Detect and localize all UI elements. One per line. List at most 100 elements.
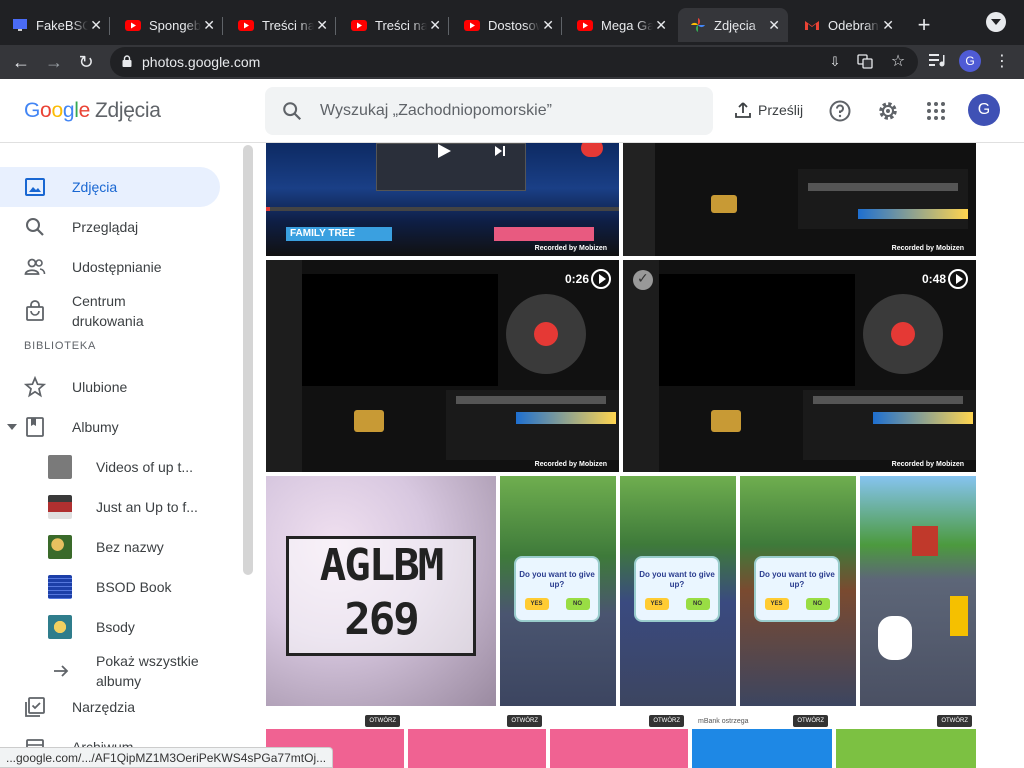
sidebar-item-label: Przeglądaj [72, 219, 139, 235]
monitor-icon [13, 19, 27, 31]
profile-avatar[interactable]: G [959, 50, 981, 72]
preview-area [659, 274, 855, 386]
tab-fakebsod[interactable]: FakeBSOD ✕ [0, 8, 110, 42]
sidebar-item-label: Udostępnianie [72, 259, 162, 275]
album-item[interactable]: Videos of up t... [0, 447, 220, 487]
aglbm-text: AGLBM 269 [286, 536, 476, 656]
new-tab-button[interactable]: + [912, 12, 936, 38]
close-icon[interactable]: ✕ [655, 17, 667, 34]
gear-icon[interactable] [876, 99, 900, 123]
sidebar-item-favorites[interactable]: Ulubione [0, 367, 220, 407]
tab-tresci-2[interactable]: Treści na kanale ✕ [339, 8, 449, 42]
thumb-strip [494, 227, 594, 241]
people-icon [24, 258, 46, 275]
game-screenshot[interactable] [860, 476, 976, 706]
video-thumbnail[interactable]: Recorded by Mobizen [623, 143, 976, 256]
open-button: OTWÓRZ [365, 715, 400, 727]
account-avatar[interactable]: G [968, 94, 1000, 126]
sidebar-item-albums[interactable]: Albumy [0, 407, 220, 447]
youtube-icon [351, 20, 367, 31]
album-thumbnail [48, 615, 72, 639]
album-label: Videos of up t... [96, 459, 194, 475]
close-icon[interactable]: ✕ [768, 17, 780, 34]
close-icon[interactable]: ✕ [90, 17, 102, 34]
ad-screenshot[interactable]: mBank ostrzega OTWÓRZ [692, 713, 832, 768]
sidebar-item-sharing[interactable]: Udostępnianie [0, 247, 220, 287]
close-icon[interactable]: ✕ [542, 17, 554, 34]
bookmark-star-icon[interactable]: ☆ [889, 53, 907, 71]
upload-button[interactable]: Prześlij [734, 101, 803, 119]
game-screenshot[interactable]: Do you want to give up? YES NO [740, 476, 856, 706]
forward-button[interactable]: → [42, 50, 66, 74]
star-icon [24, 376, 46, 398]
album-label: BSOD Book [96, 579, 172, 595]
game-screenshot[interactable]: Do you want to give up? YES NO [500, 476, 616, 706]
sidebar-item-photos[interactable]: Zdjęcia [0, 167, 220, 207]
browser-toolbar: ← → ↻ photos.google.com ⇩ ☆ G ⋮ [0, 45, 1024, 79]
tab-mega-gaming[interactable]: Mega Gaming ✕ [565, 8, 675, 42]
translate-icon[interactable] [856, 53, 874, 71]
yes-button: YES [764, 598, 789, 610]
album-item[interactable]: BSOD Book [0, 567, 220, 607]
sidebar-item-explore[interactable]: Przeglądaj [0, 207, 220, 247]
sidebar-scrollbar[interactable] [243, 145, 253, 575]
album-label: Bsody [96, 619, 135, 635]
ad-screenshot[interactable]: OTWÓRZ [550, 713, 688, 768]
video-thumbnail[interactable]: 0:26 Recorded by Mobizen [266, 260, 619, 472]
help-icon[interactable] [828, 99, 852, 123]
ad-screenshot[interactable]: OTWÓRZ [836, 713, 976, 768]
ad-screenshot[interactable]: OTWÓRZ [408, 713, 546, 768]
sidebar-item-print-store[interactable]: Centrum drukowania [0, 287, 220, 335]
tab-strip: FakeBSOD ✕ Spongebob ✕ Treści na kanale … [0, 0, 1024, 45]
video-duration: 0:48 [921, 272, 946, 286]
back-button[interactable]: ← [9, 50, 33, 74]
apps-grid-icon[interactable] [924, 99, 948, 123]
tab-search-button[interactable] [986, 12, 1006, 32]
album-item[interactable]: Just an Up to f... [0, 487, 220, 527]
tab-title: Dostosowywanie [488, 17, 540, 33]
tab-title: Mega Gaming [601, 17, 653, 33]
tab-tresci-1[interactable]: Treści na kanale ✕ [226, 8, 336, 42]
select-checkmark-icon[interactable] [633, 270, 653, 290]
tab-title: Treści na kanale [262, 17, 314, 33]
open-button: OTWÓRZ [937, 715, 972, 727]
open-button: OTWÓRZ [649, 715, 684, 727]
sidebar-item-utilities[interactable]: Narzędzia [0, 687, 220, 727]
logo-letter: o [40, 99, 52, 122]
sidebar-item-label: Ulubione [72, 379, 128, 395]
image-thumbnail[interactable]: AGLBM 269 [266, 476, 496, 706]
album-item[interactable]: Bsody [0, 607, 220, 647]
watermark: Recorded by Mobizen [891, 461, 964, 468]
reload-button[interactable]: ↻ [74, 50, 98, 74]
tab-zdjecia[interactable]: Zdjęcia ✕ [678, 8, 788, 42]
address-bar[interactable]: photos.google.com ⇩ ☆ [110, 47, 918, 77]
youtube-icon [238, 20, 254, 31]
tab-odebrane[interactable]: Odebrane ✕ [792, 8, 902, 42]
caret-down-icon[interactable] [6, 421, 18, 433]
close-icon[interactable]: ✕ [203, 17, 215, 34]
chest-icon [711, 195, 737, 213]
search-box[interactable]: Wyszukaj „Zachodniopomorskie” [265, 87, 713, 135]
media-control-icon[interactable] [928, 53, 946, 71]
close-icon[interactable]: ✕ [429, 17, 441, 34]
coins [950, 596, 968, 636]
no-button: NO [805, 598, 830, 610]
close-icon[interactable]: ✕ [882, 17, 894, 34]
video-thumbnail[interactable]: FAMILY TREE Recorded by Mobizen [266, 143, 619, 256]
tab-title: Treści na kanale [375, 17, 427, 33]
tab-spongebob[interactable]: Spongebob ✕ [113, 8, 223, 42]
close-icon[interactable]: ✕ [316, 17, 328, 34]
game-screenshot[interactable]: Do you want to give up? YES NO [620, 476, 736, 706]
cat-character [878, 616, 912, 660]
album-item[interactable]: Bez nazwy [0, 527, 220, 567]
logo-letter: o [51, 99, 63, 122]
watermark: Recorded by Mobizen [534, 245, 607, 252]
tab-dostosowywanie[interactable]: Dostosowywanie ✕ [452, 8, 562, 42]
video-thumbnail[interactable]: 0:48 Recorded by Mobizen [623, 260, 976, 472]
google-photos-logo[interactable]: Google Zdjęcia [24, 99, 161, 123]
youtube-icon [125, 20, 141, 31]
tab-title: Odebrane [828, 17, 880, 33]
video-duration: 0:26 [564, 272, 589, 286]
browser-menu-button[interactable]: ⋮ [994, 51, 1010, 73]
install-icon[interactable]: ⇩ [826, 53, 844, 71]
